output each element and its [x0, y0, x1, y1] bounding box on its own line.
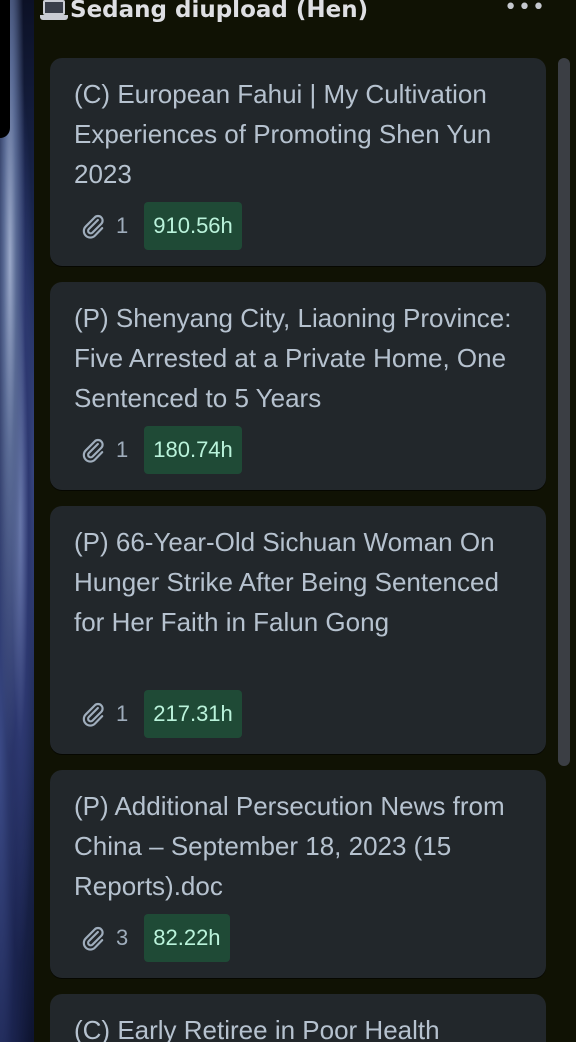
- card-badges: 3 82.22h: [80, 914, 230, 962]
- laptop-icon: [40, 0, 68, 20]
- card-title: (C) European Fahui | My Cultivation Expe…: [74, 79, 492, 189]
- attachment-count: 1: [116, 437, 129, 462]
- list-title[interactable]: Sedang diupload (Hen): [70, 0, 368, 23]
- card-badges: 1 217.31h: [80, 690, 242, 738]
- more-icon[interactable]: •••: [504, 0, 546, 19]
- card[interactable]: (C) European Fahui | My Cultivation Expe…: [50, 58, 546, 266]
- paperclip-icon: [82, 926, 104, 951]
- hours-badge: 82.22h: [144, 914, 230, 962]
- hours-badge: 180.74h: [144, 426, 242, 474]
- scrollbar-thumb[interactable]: [558, 58, 570, 766]
- card-title: (P) Additional Persecution News from Chi…: [74, 791, 505, 901]
- list-header[interactable]: Sedang diupload (Hen): [40, 0, 520, 32]
- card[interactable]: (P) 66-Year-Old Sichuan Woman On Hunger …: [50, 506, 546, 754]
- paperclip-icon: [82, 438, 104, 463]
- attachment-count: 3: [116, 925, 129, 950]
- hours-badge: 217.31h: [144, 690, 242, 738]
- card-title: (P) Shenyang City, Liaoning Province: Fi…: [74, 303, 512, 413]
- attachment-count: 1: [116, 701, 129, 726]
- attachment-count: 1: [116, 213, 129, 238]
- hours-badge: 910.56h: [144, 202, 242, 250]
- card[interactable]: (C) Early Retiree in Poor Health: [50, 994, 546, 1042]
- paperclip-icon: [82, 214, 104, 239]
- card-badges: 1 180.74h: [80, 426, 242, 474]
- window-edge: [0, 0, 10, 138]
- card[interactable]: (P) Shenyang City, Liaoning Province: Fi…: [50, 282, 546, 490]
- card[interactable]: (P) Additional Persecution News from Chi…: [50, 770, 546, 978]
- paperclip-icon: [82, 702, 104, 727]
- card-title: (C) Early Retiree in Poor Health: [74, 1015, 440, 1042]
- desktop-background: [0, 0, 34, 1042]
- card-badges: 1 910.56h: [80, 202, 242, 250]
- card-title: (P) 66-Year-Old Sichuan Woman On Hunger …: [74, 527, 499, 637]
